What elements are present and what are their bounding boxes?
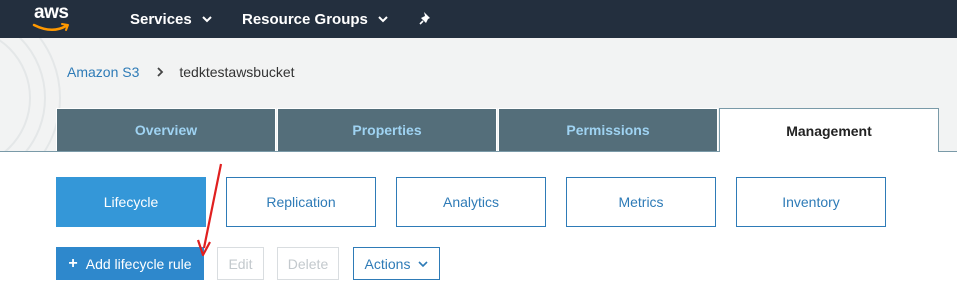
resource-groups-menu[interactable]: Resource Groups xyxy=(242,0,389,38)
delete-label: Delete xyxy=(287,255,329,272)
services-menu[interactable]: Services xyxy=(130,0,213,38)
plus-icon: + xyxy=(68,254,78,272)
tab-overview[interactable]: Overview xyxy=(56,108,276,151)
chevron-down-icon xyxy=(378,16,388,23)
services-label: Services xyxy=(130,10,192,28)
actions-dropdown-button[interactable]: Actions xyxy=(353,247,440,280)
tab-permissions[interactable]: Permissions xyxy=(498,108,718,151)
chevron-down-icon xyxy=(418,260,429,267)
aws-smile-icon xyxy=(32,23,69,31)
delete-button[interactable]: Delete xyxy=(277,247,339,280)
breadcrumb-bucket-name: tedktestawsbucket xyxy=(179,64,295,80)
breadcrumb: Amazon S3 tedktestawsbucket xyxy=(67,64,295,80)
aws-logo-text: aws xyxy=(34,2,69,23)
pin-icon[interactable] xyxy=(418,10,434,26)
add-lifecycle-rule-button[interactable]: + Add lifecycle rule xyxy=(56,247,204,280)
breadcrumb-amazon-s3-link[interactable]: Amazon S3 xyxy=(67,64,139,80)
subtab-analytics-label: Analytics xyxy=(442,194,500,210)
actions-label: Actions xyxy=(364,255,411,272)
top-navigation-bar: aws Services Resource Groups xyxy=(0,0,957,38)
edit-button[interactable]: Edit xyxy=(217,247,264,280)
resource-groups-label: Resource Groups xyxy=(242,10,368,28)
subtab-lifecycle[interactable]: Lifecycle xyxy=(56,177,206,227)
tab-properties[interactable]: Properties xyxy=(277,108,497,151)
subtab-lifecycle-label: Lifecycle xyxy=(103,194,159,210)
tab-properties-label: Properties xyxy=(352,122,422,138)
add-lifecycle-rule-label: Add lifecycle rule xyxy=(85,255,192,272)
active-tab-gap xyxy=(720,150,938,153)
subtab-metrics-label: Metrics xyxy=(618,194,664,210)
tab-management-label: Management xyxy=(786,122,872,139)
tab-permissions-label: Permissions xyxy=(566,122,650,138)
chevron-down-icon xyxy=(202,16,212,23)
subtab-replication[interactable]: Replication xyxy=(226,177,376,227)
subtab-inventory[interactable]: Inventory xyxy=(736,177,886,227)
tab-overview-label: Overview xyxy=(134,122,198,138)
subtab-analytics[interactable]: Analytics xyxy=(396,177,546,227)
subtab-replication-label: Replication xyxy=(266,194,336,210)
edit-label: Edit xyxy=(228,255,253,272)
subtab-inventory-label: Inventory xyxy=(782,194,840,210)
chevron-right-icon xyxy=(157,67,164,77)
aws-logo[interactable]: aws xyxy=(30,2,82,36)
subtab-metrics[interactable]: Metrics xyxy=(566,177,716,227)
tab-management[interactable]: Management xyxy=(719,108,939,152)
